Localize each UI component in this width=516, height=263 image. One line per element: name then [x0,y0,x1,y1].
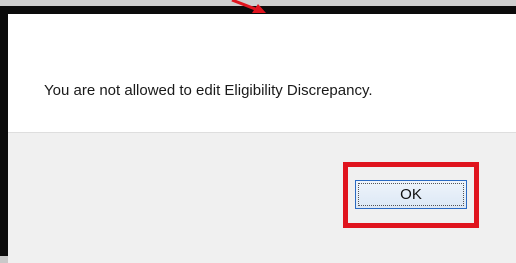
message-area: You are not allowed to edit Eligibility … [8,14,516,132]
dialog-message: You are not allowed to edit Eligibility … [44,82,373,99]
ok-button[interactable]: OK [355,180,467,209]
